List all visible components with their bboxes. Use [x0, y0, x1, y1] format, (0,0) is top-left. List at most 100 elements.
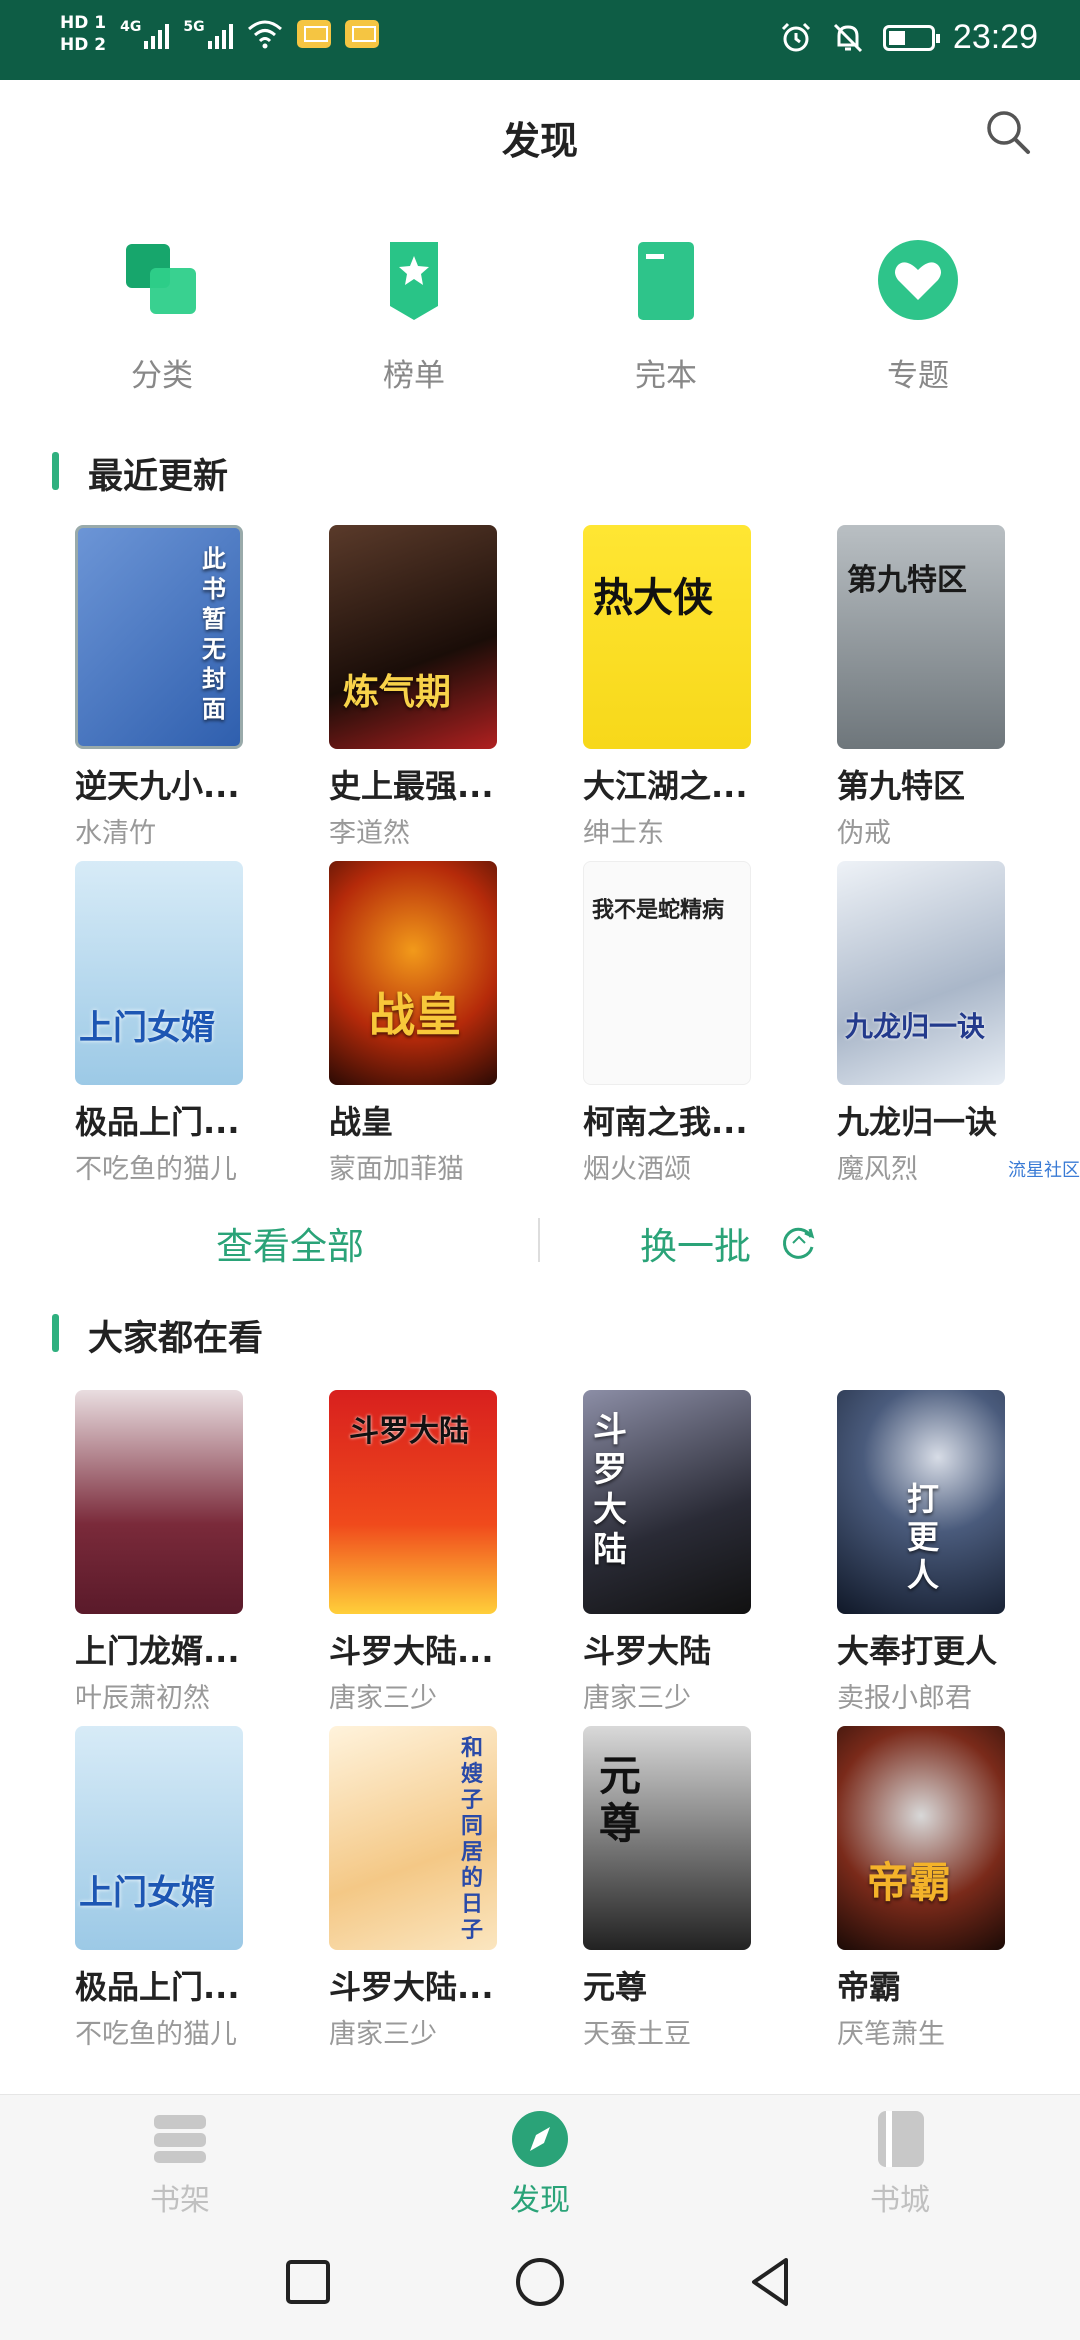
quicknav-ranking[interactable]: 榜单 [324, 230, 504, 395]
book-cover: 九龙归一诀 [837, 861, 1005, 1085]
mail-notification-icon [296, 20, 331, 48]
book-cover: 此书暂无封面 [75, 525, 243, 749]
book-card[interactable]: 斗罗大陆 斗罗大陆... 唐家三少 [329, 1390, 529, 1715]
heart-icon [878, 240, 958, 320]
book-cover: 帝霸 [837, 1726, 1005, 1950]
tab-bookshelf[interactable]: 书架 [80, 2107, 280, 2219]
quicknav-topics[interactable]: 专题 [828, 230, 1008, 395]
book-cover [75, 1390, 243, 1614]
book-author: 伪戒 [837, 818, 891, 849]
book-cover: 上门女婿 [75, 1726, 243, 1950]
book-cover: 我不是蛇精病 [583, 861, 751, 1085]
search-icon[interactable] [978, 102, 1040, 164]
recent-actions: 查看全部 换一批 [0, 1196, 1080, 1286]
book-cover: 战皇 [329, 861, 497, 1085]
back-icon[interactable] [742, 2252, 802, 2312]
book-title: 第九特区 [837, 767, 966, 805]
cover-text: 和嫂子同居的日子 [461, 1736, 484, 1943]
view-all-button[interactable]: 查看全部 [120, 1216, 460, 1270]
top-header: 发现 [0, 80, 1080, 190]
cover-text: 第九特区 [847, 563, 967, 598]
network-4g-label: 4G [120, 19, 142, 35]
book-card[interactable]: 打更人 大奉打更人 卖报小郎君 [837, 1390, 1037, 1715]
book-card[interactable]: 此书暂无封面 逆天九小... 水清竹 [75, 525, 275, 850]
book-author: 卖报小郎君 [837, 1683, 972, 1714]
cover-text: 上门女婿 [79, 1873, 215, 1913]
book-card[interactable]: 我不是蛇精病 柯南之我... 烟火酒颂 [583, 861, 783, 1186]
ranking-icon [390, 242, 438, 320]
cover-text: 战皇 [369, 988, 461, 1042]
section-title-recent: 最近更新 [52, 448, 228, 499]
book-cover: 炼气期 [329, 525, 497, 749]
book-card[interactable]: 九龙归一诀 九龙归一诀 魔风烈 [837, 861, 1037, 1186]
actions-divider [538, 1218, 540, 1262]
book-title: 元尊 [583, 1968, 648, 2006]
tab-bookstore[interactable]: 书城 [800, 2107, 1000, 2219]
book-title: 逆天九小... [75, 767, 240, 805]
book-author: 李道然 [329, 818, 410, 849]
book-author: 水清竹 [75, 818, 156, 849]
book-cover: 元尊 [583, 1726, 751, 1950]
cover-text: 上门女婿 [79, 1008, 215, 1048]
quicknav-category[interactable]: 分类 [72, 230, 252, 395]
mute-bell-icon [833, 23, 862, 52]
book-title: 斗罗大陆... [329, 1968, 494, 2006]
sim-labels: HD 1 HD 2 [60, 12, 106, 56]
book-author: 蒙面加菲猫 [329, 1154, 464, 1185]
bookshelf-icon [154, 2115, 206, 2163]
sim1-label: HD 1 [60, 13, 107, 33]
book-author: 唐家三少 [329, 2019, 437, 2050]
clock: 23:29 [952, 18, 1038, 56]
signal-5g-icon: 5G [183, 19, 233, 49]
tab-discover-label: 发现 [510, 2183, 570, 2218]
recent-apps-icon[interactable] [278, 2252, 338, 2312]
completed-book-icon [638, 242, 694, 320]
book-card[interactable]: 上门女婿 极品上门... 不吃鱼的猫儿 [75, 1726, 275, 2051]
book-title: 斗罗大陆... [329, 1632, 494, 1670]
book-title: 柯南之我... [583, 1103, 748, 1141]
quicknav-topics-label: 专题 [887, 358, 949, 394]
book-cover: 热大侠 [583, 525, 751, 749]
category-icon [126, 244, 196, 314]
system-nav-bar [0, 2224, 1080, 2340]
cover-text: 元尊 [599, 1751, 642, 1848]
network-5g-label: 5G [183, 19, 205, 35]
book-cover: 斗罗大陆 [583, 1390, 751, 1614]
book-author: 唐家三少 [329, 1683, 437, 1714]
quicknav-completed[interactable]: 完本 [576, 230, 756, 395]
section-title-text: 最近更新 [88, 457, 229, 497]
refresh-batch-button[interactable]: 换一批 [640, 1216, 819, 1270]
quicknav-ranking-label: 榜单 [383, 358, 445, 394]
book-card[interactable]: 帝霸 帝霸 厌笔萧生 [837, 1726, 1037, 2051]
book-card[interactable]: 和嫂子同居的日子 斗罗大陆... 唐家三少 [329, 1726, 529, 2051]
cover-text: 我不是蛇精病 [592, 898, 725, 923]
book-title: 战皇 [329, 1103, 394, 1141]
book-author: 唐家三少 [583, 1683, 691, 1714]
quicknav-category-label: 分类 [131, 358, 193, 394]
book-author: 烟火酒颂 [583, 1154, 691, 1185]
book-cover: 上门女婿 [75, 861, 243, 1085]
mail-notification-icon [344, 20, 379, 48]
book-card[interactable]: 炼气期 史上最强... 李道然 [329, 525, 529, 850]
book-card[interactable]: 第九特区 第九特区 伪戒 [837, 525, 1037, 850]
cover-text: 帝霸 [867, 1858, 952, 1907]
community-tag[interactable]: 流星社区 [1008, 1156, 1080, 1182]
book-author: 绅士东 [583, 818, 664, 849]
sim2-label: HD 2 [60, 35, 107, 55]
status-bar: HD 1 HD 2 4G 5G 23:29 [0, 0, 1080, 80]
book-title: 极品上门... [75, 1968, 240, 2006]
book-card[interactable]: 斗罗大陆 斗罗大陆 唐家三少 [583, 1390, 783, 1715]
book-card[interactable]: 热大侠 大江湖之... 绅士东 [583, 525, 783, 850]
book-card[interactable]: 上门女婿 极品上门... 不吃鱼的猫儿 [75, 861, 275, 1186]
book-title: 斗罗大陆 [583, 1632, 712, 1670]
book-author: 不吃鱼的猫儿 [75, 1154, 237, 1185]
book-card[interactable]: 元尊 元尊 天蚕土豆 [583, 1726, 783, 2051]
section-title-popular: 大家都在看 [52, 1310, 263, 1361]
home-icon[interactable] [510, 2252, 570, 2312]
cover-text: 打更人 [907, 1480, 940, 1594]
tab-discover[interactable]: 发现 [440, 2107, 640, 2219]
book-card[interactable]: 上门龙婿... 叶辰萧初然 [75, 1390, 275, 1715]
book-title: 上门龙婿... [75, 1632, 240, 1670]
book-author: 天蚕土豆 [583, 2019, 691, 2050]
book-card[interactable]: 战皇 战皇 蒙面加菲猫 [329, 861, 529, 1186]
